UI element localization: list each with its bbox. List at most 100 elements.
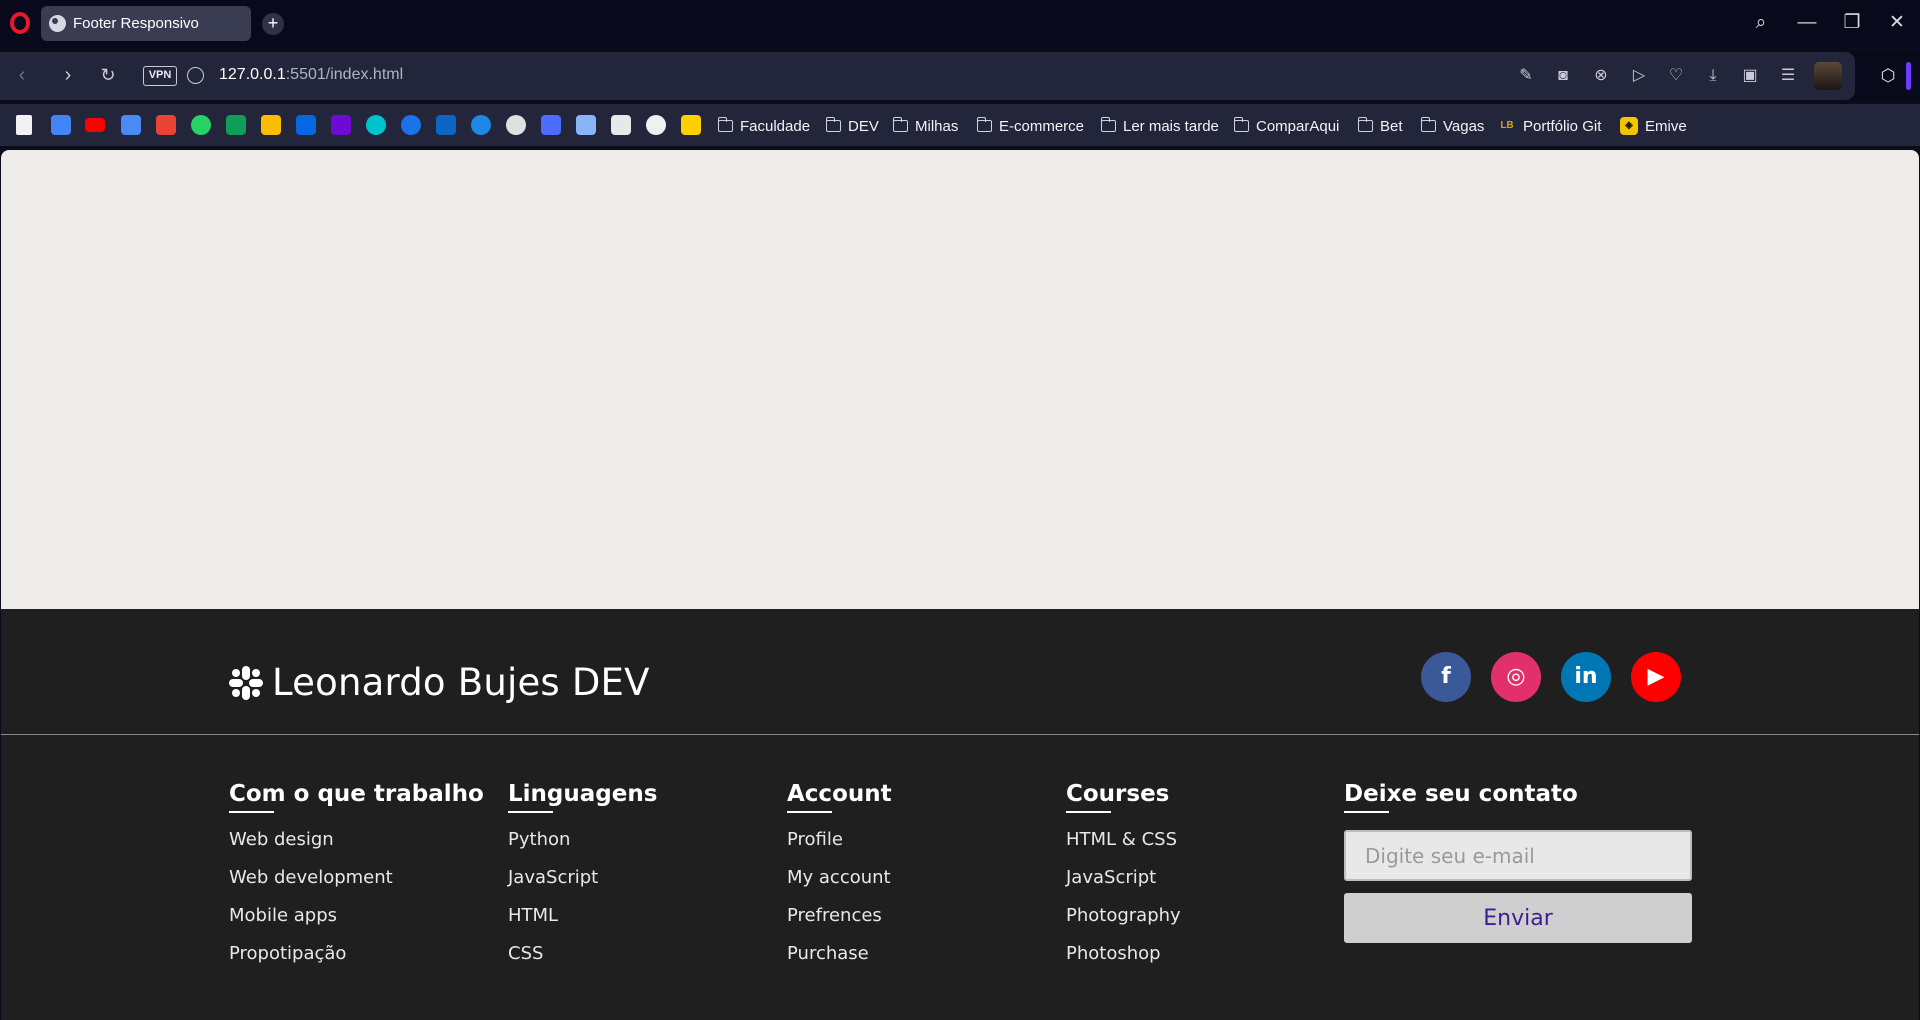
footer-link-photoshop[interactable]: Photoshop [1066, 943, 1181, 981]
bookmark-folder-comparaqui[interactable]: ComparAqui [1233, 115, 1339, 137]
bookmark-folder-ler-mais-tarde[interactable]: Ler mais tarde [1100, 115, 1219, 137]
lb-logo-icon: LB [1500, 120, 1514, 131]
ad-blocker-icon[interactable]: ⊗ [1589, 64, 1613, 88]
download-icon[interactable]: ⤓ [1701, 64, 1725, 88]
battery-saver-icon[interactable]: ▣ [1738, 64, 1762, 88]
url-host: 127.0.0.1 [219, 66, 286, 83]
footer-link-purchase[interactable]: Purchase [787, 943, 892, 981]
emive-logo-icon: ◈ [1620, 117, 1638, 135]
whatsapp-icon[interactable] [191, 115, 211, 135]
footer-link-prototipacao[interactable]: Propotipação [229, 943, 484, 981]
chatgpt-icon[interactable] [506, 115, 526, 135]
address-bar-inner: ‹ › ↻ VPN 127.0.0.1:5501/index.html ✎ ◙ … [0, 52, 1855, 100]
footer-contact: Deixe seu contato Enviar [1344, 781, 1692, 943]
forward-icon[interactable]: › [55, 62, 81, 88]
footer-link-python[interactable]: Python [508, 829, 657, 867]
sheets-icon[interactable] [226, 115, 246, 135]
footer-link-javascript[interactable]: JavaScript [508, 867, 657, 905]
new-tab-button[interactable]: + [262, 13, 284, 35]
footer-divider [1, 734, 1919, 735]
bookmark-folder-bet[interactable]: Bet [1357, 115, 1403, 137]
footer-column-linguagens: Linguagens Python JavaScript HTML CSS [508, 781, 657, 981]
footer-link-html-css[interactable]: HTML & CSS [1066, 829, 1181, 867]
bookmark-folder-dev[interactable]: DEV [825, 115, 879, 137]
url-field[interactable]: 127.0.0.1:5501/index.html [219, 66, 403, 84]
footer-link-profile[interactable]: Profile [787, 829, 892, 867]
meta-icon[interactable] [296, 115, 316, 135]
brand-name: Leonardo Bujes DEV [272, 661, 650, 704]
tab-footer-responsivo[interactable]: Footer Responsivo [41, 6, 251, 41]
notion-icon[interactable] [611, 115, 631, 135]
youtube-icon[interactable]: ▶ [1631, 652, 1681, 702]
olx-icon[interactable] [331, 115, 351, 135]
github-icon[interactable] [646, 115, 666, 135]
translate-icon[interactable] [121, 115, 141, 135]
column-title: Linguagens [508, 781, 657, 813]
linkedin-icon[interactable]: in [1561, 652, 1611, 702]
deepseek-icon[interactable] [541, 115, 561, 135]
site-info-icon[interactable] [187, 67, 204, 84]
folder-icon [825, 117, 841, 132]
instagram-icon[interactable]: ◎ [1491, 652, 1541, 702]
close-icon[interactable]: ✕ [1884, 10, 1910, 36]
footer-link-web-development[interactable]: Web development [229, 867, 484, 905]
player-icon[interactable]: ▷ [1627, 64, 1651, 88]
back-icon[interactable]: ‹ [9, 62, 35, 88]
bookmark-emive[interactable]: ◈ Emive [1620, 115, 1687, 137]
gmail-icon[interactable] [156, 115, 176, 135]
edge-icon[interactable] [471, 115, 491, 135]
globe-icon [49, 15, 66, 32]
bookmark-portfolio-git[interactable]: LB Portfólio Git [1498, 115, 1601, 137]
bookmarks-bar: Faculdade DEV Milhas E-commerce Ler mais… [0, 104, 1920, 146]
onedrive-icon[interactable] [401, 115, 421, 135]
title-bar: Footer Responsivo + ⌕ — ❐ ✕ [0, 0, 1920, 48]
folder-icon [892, 117, 908, 132]
reload-icon[interactable]: ↻ [95, 62, 121, 88]
column-title: Account [787, 781, 892, 813]
facebook-icon[interactable]: f [1421, 652, 1471, 702]
heart-icon[interactable]: ♡ [1664, 64, 1688, 88]
miro-icon[interactable] [681, 115, 701, 135]
bookmark-folder-vagas[interactable]: Vagas [1420, 115, 1484, 137]
email-field[interactable] [1344, 830, 1692, 881]
footer-link-mobile-apps[interactable]: Mobile apps [229, 905, 484, 943]
profile-avatar[interactable] [1814, 62, 1842, 90]
opera-logo-icon[interactable] [10, 12, 30, 34]
calendar-icon[interactable] [51, 115, 71, 135]
sidebar-accent [1906, 62, 1911, 90]
bookmark-folder-e-commerce[interactable]: E-commerce [976, 115, 1084, 137]
footer-brand[interactable]: Leonardo Bujes DEV [229, 661, 650, 704]
vpn-badge[interactable]: VPN [143, 66, 177, 86]
slack-logo-icon [229, 665, 263, 700]
drive-icon[interactable] [261, 115, 281, 135]
youtube-bookmark-icon[interactable] [85, 118, 105, 132]
linkedin-bookmark-icon[interactable] [436, 115, 456, 135]
restore-icon[interactable]: ❐ [1839, 10, 1865, 36]
page-bookmark-icon[interactable] [16, 115, 32, 135]
folder-icon [1100, 117, 1116, 132]
minimize-icon[interactable]: — [1794, 10, 1820, 36]
bookmark-folder-milhas[interactable]: Milhas [892, 115, 958, 137]
site-footer: Leonardo Bujes DEV f ◎ in ▶ Com o que tr… [1, 609, 1919, 1020]
url-path: :5501/index.html [285, 66, 404, 83]
gemini-icon[interactable] [576, 115, 596, 135]
camera-icon[interactable]: ◙ [1551, 64, 1575, 88]
easy-setup-icon[interactable]: ☰ [1776, 64, 1800, 88]
footer-link-photography[interactable]: Photography [1066, 905, 1181, 943]
bookmark-folder-faculdade[interactable]: Faculdade [717, 115, 810, 137]
search-icon[interactable]: ⌕ [1748, 10, 1774, 36]
footer-link-preferences[interactable]: Prefrences [787, 905, 892, 943]
canva-icon[interactable] [366, 115, 386, 135]
edit-page-icon[interactable]: ✎ [1514, 64, 1538, 88]
contact-title: Deixe seu contato [1344, 781, 1692, 813]
footer-link-html[interactable]: HTML [508, 905, 657, 943]
footer-link-javascript-course[interactable]: JavaScript [1066, 867, 1181, 905]
footer-link-web-design[interactable]: Web design [229, 829, 484, 867]
folder-icon [717, 117, 733, 132]
extensions-cube-icon[interactable]: ⬡ [1868, 52, 1908, 100]
footer-link-css[interactable]: CSS [508, 943, 657, 981]
folder-icon [1420, 117, 1436, 132]
send-button[interactable]: Enviar [1344, 893, 1692, 943]
footer-link-my-account[interactable]: My account [787, 867, 892, 905]
tab-title: Footer Responsivo [73, 15, 199, 32]
